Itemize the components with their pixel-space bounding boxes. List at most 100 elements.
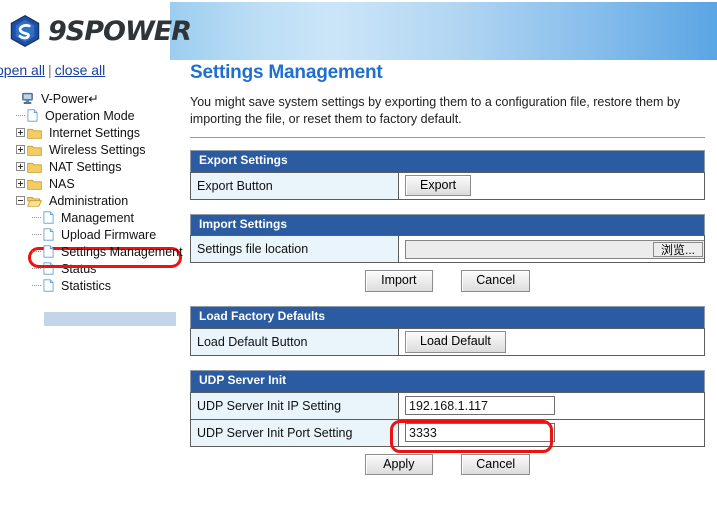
udp-table: UDP Server Init IP Setting UDP Server In… xyxy=(190,392,705,447)
tree-item-nat-settings[interactable]: NAT Settings xyxy=(10,158,183,175)
table-row: UDP Server Init IP Setting xyxy=(191,392,705,419)
tree-connector xyxy=(32,230,43,239)
close-all-link[interactable]: close all xyxy=(55,62,106,78)
page-icon xyxy=(43,211,54,224)
open-all-link[interactable]: open all xyxy=(0,62,45,78)
panel-udp-server-init: UDP Server Init UDP Server Init IP Setti… xyxy=(190,370,705,476)
import-button[interactable]: Import xyxy=(365,270,433,292)
expander-minus-icon[interactable] xyxy=(16,196,25,205)
browse-button[interactable]: 浏览... xyxy=(653,242,703,257)
udp-ip-input[interactable] xyxy=(405,396,555,415)
tree-item-label: Operation Mode xyxy=(41,109,135,123)
settings-file-location-cell: 浏览... xyxy=(399,236,705,263)
tree-item-nas[interactable]: NAS xyxy=(10,175,183,192)
tree-item-v-power[interactable]: V-Power↵ xyxy=(10,90,183,107)
tree-item-label: V-Power↵ xyxy=(37,91,99,106)
tree-connector xyxy=(32,213,43,222)
udp-port-input[interactable] xyxy=(405,423,555,442)
tree-item-label: Management xyxy=(57,211,134,225)
file-upload-input[interactable]: 浏览... xyxy=(405,240,705,259)
table-row: Load Default Button Load Default xyxy=(191,328,705,355)
panel-import-settings: Import Settings Settings file location 浏… xyxy=(190,214,705,293)
tree-item-wireless-settings[interactable]: Wireless Settings xyxy=(10,141,183,158)
folder-closed-icon xyxy=(27,161,42,173)
udp-cancel-button[interactable]: Cancel xyxy=(461,454,530,476)
tree-connector xyxy=(32,247,43,256)
import-table: Settings file location 浏览... xyxy=(190,235,705,263)
tree-item-settings-management[interactable]: Settings Management xyxy=(10,243,183,260)
tree-item-label: Administration xyxy=(45,194,128,208)
expander-plus-icon[interactable] xyxy=(16,162,25,171)
page-icon xyxy=(27,109,38,122)
udp-port-label: UDP Server Init Port Setting xyxy=(191,419,399,446)
tree-item-label: NAS xyxy=(45,177,75,191)
divider xyxy=(190,137,705,138)
tree-connector xyxy=(32,264,43,273)
tree-item-label: NAT Settings xyxy=(45,160,122,174)
tree-item-management[interactable]: Management xyxy=(10,209,183,226)
panel-header: Load Factory Defaults xyxy=(190,306,705,328)
folder-closed-icon xyxy=(27,127,42,139)
load-default-button-cell: Load Default xyxy=(399,328,705,355)
tree-item-label: Upload Firmware xyxy=(57,228,156,242)
export-button[interactable]: Export xyxy=(405,175,471,197)
header-banner xyxy=(170,2,717,60)
tree-item-status[interactable]: Status xyxy=(10,260,183,277)
export-table: Export Button Export xyxy=(190,172,705,200)
tree-item-internet-settings[interactable]: Internet Settings xyxy=(10,124,183,141)
expander-plus-icon[interactable] xyxy=(16,145,25,154)
expander-none-icon xyxy=(10,94,19,103)
table-row: UDP Server Init Port Setting xyxy=(191,419,705,446)
navigation-tree: V-Power↵ Operation Mode Internet Setting… xyxy=(10,90,183,294)
tree-item-upload-firmware[interactable]: Upload Firmware xyxy=(10,226,183,243)
page-icon xyxy=(43,228,54,241)
tree-item-label: Status xyxy=(57,262,96,276)
folder-open-icon xyxy=(27,195,42,207)
page-icon xyxy=(43,262,54,275)
udp-ip-cell xyxy=(399,392,705,419)
export-button-cell: Export xyxy=(399,172,705,199)
udp-port-cell xyxy=(399,419,705,446)
hexagon-s-icon xyxy=(8,14,42,48)
tree-item-label: Internet Settings xyxy=(45,126,140,140)
main-content: Settings Management You might save syste… xyxy=(190,62,717,512)
expander-plus-icon[interactable] xyxy=(16,128,25,137)
table-row: Settings file location 浏览... xyxy=(191,236,705,263)
panel-header: Import Settings xyxy=(190,214,705,236)
export-button-label: Export Button xyxy=(191,172,399,199)
import-actions: Import Cancel xyxy=(190,263,705,292)
udp-ip-label: UDP Server Init IP Setting xyxy=(191,392,399,419)
expander-plus-icon[interactable] xyxy=(16,179,25,188)
import-cancel-button[interactable]: Cancel xyxy=(461,270,530,292)
page-root: 9SPOWER open all|close all V-Power↵ xyxy=(0,0,717,512)
udp-actions: Apply Cancel xyxy=(190,447,705,476)
page-description: You might save system settings by export… xyxy=(190,94,695,128)
folder-closed-icon xyxy=(27,144,42,156)
factory-table: Load Default Button Load Default xyxy=(190,328,705,356)
tree-item-administration[interactable]: Administration xyxy=(10,192,183,209)
load-default-button-label: Load Default Button xyxy=(191,328,399,355)
tree-item-label: Settings Management xyxy=(57,245,183,259)
panel-header: Export Settings xyxy=(190,150,705,172)
brand-logo: 9SPOWER xyxy=(8,8,168,54)
panel-export-settings: Export Settings Export Button Export xyxy=(190,150,705,200)
tree-connector xyxy=(32,281,43,290)
panel-load-factory-defaults: Load Factory Defaults Load Default Butto… xyxy=(190,306,705,356)
selected-item-highlight xyxy=(44,312,176,326)
panel-header: UDP Server Init xyxy=(190,370,705,392)
tree-item-label: Statistics xyxy=(57,279,111,293)
tree-connector xyxy=(16,111,27,120)
folder-closed-icon xyxy=(27,178,42,190)
file-path-value[interactable] xyxy=(406,241,652,258)
page-icon xyxy=(43,279,54,292)
tree-item-statistics[interactable]: Statistics xyxy=(10,277,183,294)
load-default-button[interactable]: Load Default xyxy=(405,331,506,353)
tree-toggle-links: open all|close all xyxy=(0,62,105,78)
tree-item-operation-mode[interactable]: Operation Mode xyxy=(10,107,183,124)
settings-file-location-label: Settings file location xyxy=(191,236,399,263)
apply-button[interactable]: Apply xyxy=(365,454,433,476)
computer-icon xyxy=(21,92,34,105)
sidebar: open all|close all V-Power↵ xyxy=(0,62,186,512)
link-separator: | xyxy=(45,62,55,78)
page-icon xyxy=(43,245,54,258)
